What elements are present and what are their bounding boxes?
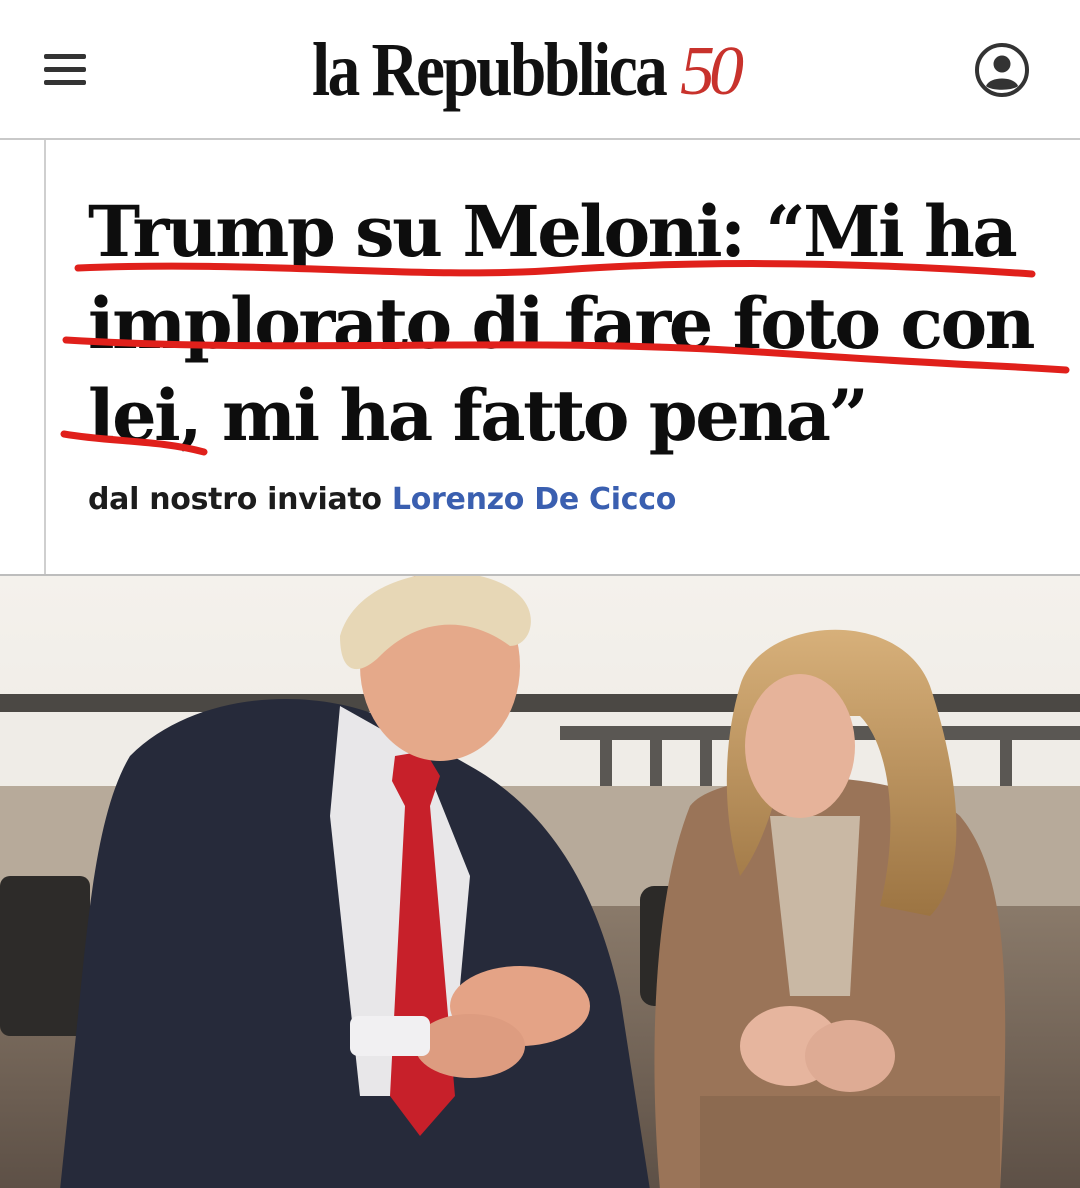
section-divider (44, 140, 46, 574)
author-link[interactable]: Lorenzo De Cicco (392, 482, 676, 517)
article-headline[interactable]: Trump su Meloni: “Mi ha implorato di far… (88, 186, 1068, 462)
logo-wordmark: la Repubblica (312, 28, 668, 112)
headline-line-1: Trump su Meloni: “Mi ha (88, 190, 1018, 273)
site-logo[interactable]: la Repubblica 50 (312, 20, 744, 120)
hamburger-menu-icon[interactable] (44, 50, 88, 90)
user-account-icon[interactable] (974, 42, 1030, 98)
logo-anniversary-mark: 50 (680, 33, 744, 110)
article-header: Trump su Meloni: “Mi ha implorato di far… (0, 140, 1080, 574)
photo-illustration (0, 576, 1080, 1188)
byline-prefix: dal nostro inviato (88, 482, 382, 517)
top-header: la Repubblica 50 (0, 0, 1080, 140)
byline: dal nostro inviato Lorenzo De Cicco (88, 482, 676, 517)
headline-line-2: implorato di fare foto con (88, 282, 1036, 365)
article-photo[interactable] (0, 574, 1080, 1188)
headline-line-3: lei, mi ha fatto pena” (88, 374, 869, 457)
